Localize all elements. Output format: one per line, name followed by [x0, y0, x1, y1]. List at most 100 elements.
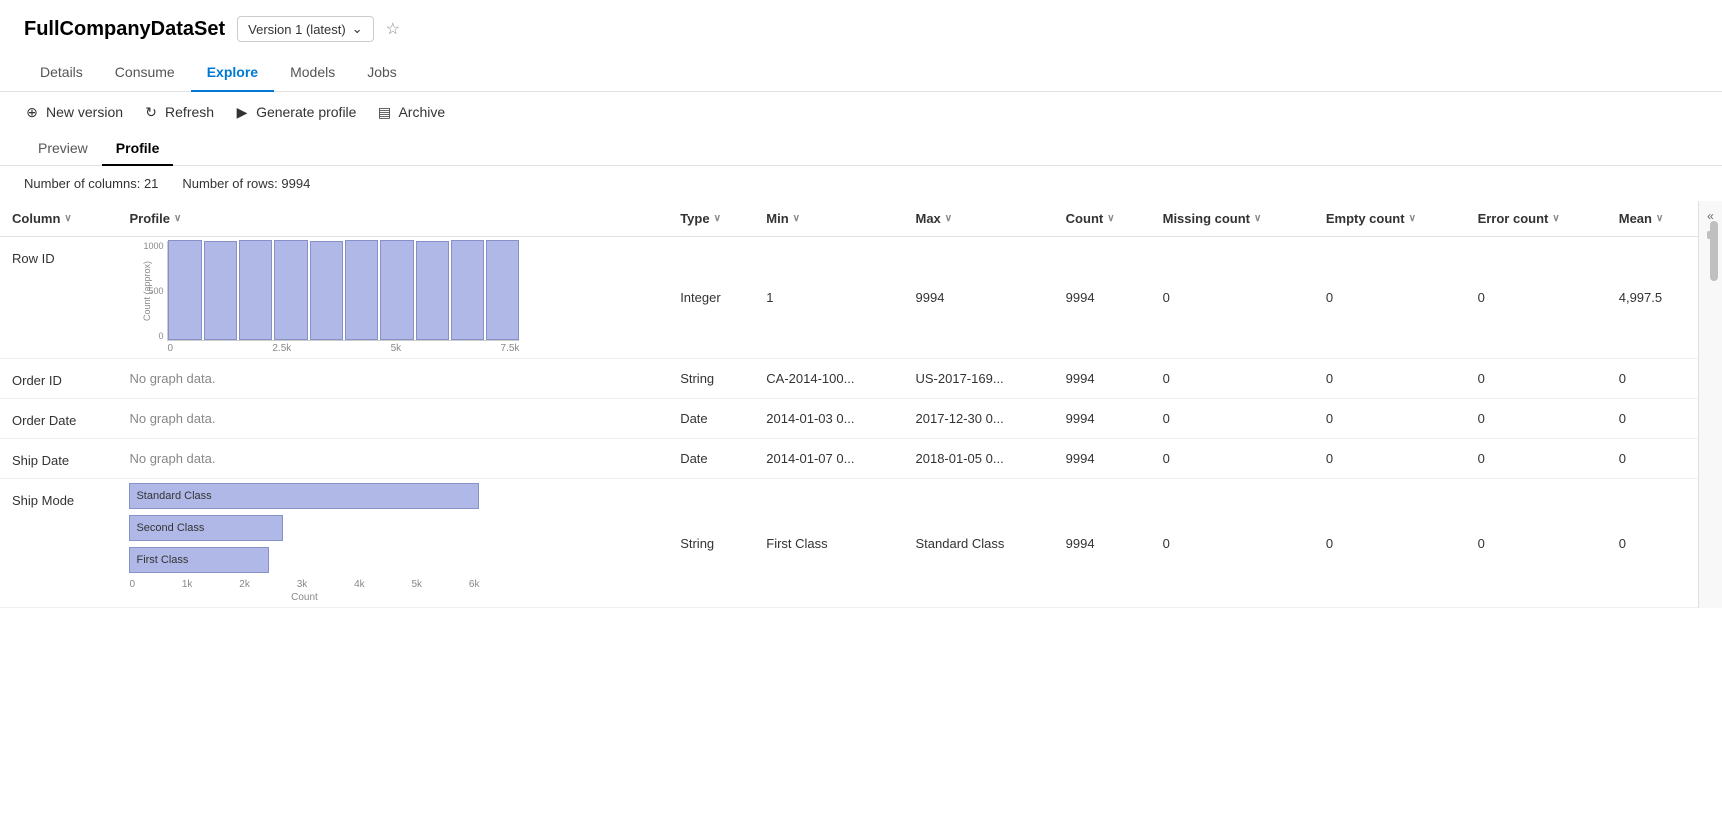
row-col-name: Ship Date: [0, 439, 117, 479]
row-missing-count: 0: [1151, 237, 1314, 359]
row-mean: 4,997.5: [1607, 237, 1698, 359]
row-empty-count: 0: [1314, 479, 1466, 608]
x-axis-labels: 02.5k5k7.5k: [129, 343, 519, 354]
col-header-min[interactable]: Min ∨: [754, 201, 903, 237]
hbar-bar: Second Class: [129, 515, 283, 541]
row-type: Date: [668, 399, 754, 439]
row-col-name: Row ID: [0, 237, 117, 359]
nav-tab-bar: DetailsConsumeExploreModelsJobs: [0, 54, 1722, 92]
col-header-count[interactable]: Count ∨: [1054, 201, 1151, 237]
col-header-mean[interactable]: Mean ∨: [1607, 201, 1698, 237]
row-count: 9994: [1054, 359, 1151, 399]
nav-tab-models[interactable]: Models: [274, 54, 351, 92]
generate-profile-button[interactable]: ▶ Generate profile: [234, 104, 356, 120]
bar: [168, 240, 201, 340]
collapse-panel[interactable]: «: [1698, 201, 1722, 608]
table-row: Order ID No graph data. StringCA-2014-100.…: [0, 359, 1698, 399]
row-mean: 0: [1607, 359, 1698, 399]
row-empty-count: 0: [1314, 439, 1466, 479]
row-missing-count: 0: [1151, 399, 1314, 439]
row-type: String: [668, 359, 754, 399]
toolbar-btn-label: Generate profile: [256, 104, 356, 120]
col-header-empty-count[interactable]: Empty count ∨: [1314, 201, 1466, 237]
row-mean: 0: [1607, 399, 1698, 439]
row-max: Standard Class: [904, 479, 1054, 608]
hbar-row: Second Class: [129, 515, 509, 541]
toolbar-btn-label: Archive: [398, 104, 445, 120]
row-missing-count: 0: [1151, 359, 1314, 399]
row-min: 2014-01-03 0...: [754, 399, 903, 439]
row-count: 9994: [1054, 237, 1151, 359]
new-version-button[interactable]: ⊕ New version: [24, 104, 123, 120]
columns-label: Number of columns:: [24, 176, 140, 191]
col-header-missing-count[interactable]: Missing count ∨: [1151, 201, 1314, 237]
table-row: Ship Mode Standard Class Second Class Fi…: [0, 479, 1698, 608]
row-empty-count: 0: [1314, 399, 1466, 439]
col-header-type[interactable]: Type ∨: [668, 201, 754, 237]
hbar-bar: Standard Class: [129, 483, 479, 509]
no-graph-label: No graph data.: [129, 405, 215, 426]
table-row: Row ID Count (approx) 1000 500 0 02.5k5k…: [0, 237, 1698, 359]
nav-tab-jobs[interactable]: Jobs: [351, 54, 413, 92]
no-graph-label: No graph data.: [129, 445, 215, 466]
bar-chart: [167, 241, 519, 341]
sub-tab-preview[interactable]: Preview: [24, 132, 102, 166]
columns-value: 21: [144, 176, 158, 191]
row-profile: No graph data.: [117, 359, 668, 399]
hbar-row: First Class: [129, 547, 509, 573]
row-empty-count: 0: [1314, 237, 1466, 359]
bar: [451, 240, 484, 340]
row-min: CA-2014-100...: [754, 359, 903, 399]
hbar-chart: Standard Class Second Class First Class …: [129, 483, 509, 603]
bar: [345, 240, 378, 340]
col-header-error-count[interactable]: Error count ∨: [1466, 201, 1607, 237]
refresh-button[interactable]: ↻Refresh: [143, 104, 214, 120]
row-profile: No graph data.: [117, 439, 668, 479]
chevron-down-icon: ⌄: [352, 21, 363, 37]
archive-button[interactable]: ▤Archive: [376, 104, 445, 120]
nav-tab-details[interactable]: Details: [24, 54, 99, 92]
col-header-column[interactable]: Column ∨: [0, 201, 117, 237]
row-col-name: Order ID: [0, 359, 117, 399]
sort-icon: ∨: [174, 213, 181, 224]
favorite-icon[interactable]: ☆: [386, 19, 400, 39]
col-header-max[interactable]: Max ∨: [904, 201, 1054, 237]
new-version-icon: ⊕: [24, 104, 40, 120]
row-empty-count: 0: [1314, 359, 1466, 399]
nav-tab-explore[interactable]: Explore: [191, 54, 274, 92]
row-max: 2017-12-30 0...: [904, 399, 1054, 439]
toolbar: ⊕ New version ↻Refresh ▶ Generate profile ▤Ar…: [0, 92, 1722, 132]
row-max: 9994: [904, 237, 1054, 359]
row-error-count: 0: [1466, 439, 1607, 479]
hbar-bar: First Class: [129, 547, 269, 573]
sub-tab-bar: PreviewProfile: [0, 132, 1722, 166]
version-label: Version 1 (latest): [248, 22, 346, 37]
sort-icon: ∨: [793, 213, 800, 224]
page-title: FullCompanyDataSet: [24, 18, 225, 41]
refresh-icon: ↻: [143, 104, 159, 120]
no-graph-label: No graph data.: [129, 365, 215, 386]
nav-tab-consume[interactable]: Consume: [99, 54, 191, 92]
rows-label: Number of rows:: [182, 176, 277, 191]
generate-icon: ▶: [234, 104, 250, 120]
version-dropdown[interactable]: Version 1 (latest) ⌄: [237, 16, 373, 42]
row-profile: Count (approx) 1000 500 0 02.5k5k7.5k: [117, 237, 668, 359]
sort-icon: ∨: [1552, 213, 1559, 224]
row-max: 2018-01-05 0...: [904, 439, 1054, 479]
hbar-x-title: Count: [129, 592, 479, 603]
bar: [380, 240, 413, 340]
sub-tab-profile[interactable]: Profile: [102, 132, 174, 166]
col-header-profile[interactable]: Profile ∨: [117, 201, 668, 237]
bar: [486, 240, 519, 340]
toolbar-btn-label: New version: [46, 104, 123, 120]
row-count: 9994: [1054, 399, 1151, 439]
sort-icon: ∨: [1409, 213, 1416, 224]
row-min: First Class: [754, 479, 903, 608]
profile-table: Column ∨Profile ∨Type ∨Min ∨Max ∨Count ∨…: [0, 201, 1698, 608]
row-col-name: Ship Mode: [0, 479, 117, 608]
row-error-count: 0: [1466, 479, 1607, 608]
rows-value: 9994: [281, 176, 310, 191]
row-min: 2014-01-07 0...: [754, 439, 903, 479]
sort-icon: ∨: [64, 213, 71, 224]
meta-info: Number of columns: 21 Number of rows: 99…: [0, 166, 1722, 201]
